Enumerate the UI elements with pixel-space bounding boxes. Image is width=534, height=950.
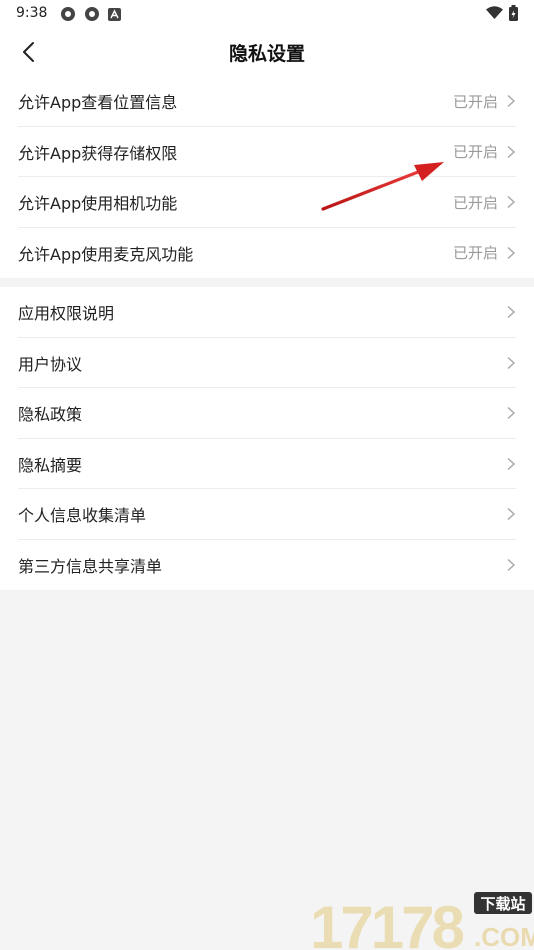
permission-label: 允许App获得存储权限 — [18, 143, 178, 163]
chevron-right-icon — [507, 558, 516, 571]
permission-label: 允许App查看位置信息 — [18, 93, 178, 113]
chevron-right-icon — [507, 407, 516, 420]
doc-label: 隐私政策 — [18, 405, 83, 425]
chevron-right-icon — [507, 306, 516, 319]
permission-row-location[interactable]: 允许App查看位置信息 已开启 — [0, 76, 534, 127]
permission-label: 允许App使用相机功能 — [18, 194, 178, 214]
doc-label: 应用权限说明 — [18, 304, 115, 324]
status-time: 9:38 — [16, 5, 48, 21]
chevron-right-icon — [507, 95, 516, 108]
doc-row-user-agreement[interactable]: 用户协议 — [0, 338, 534, 388]
svg-text:.COM: .COM — [474, 922, 534, 950]
permission-row-camera[interactable]: 允许App使用相机功能 已开启 — [0, 177, 534, 228]
doc-label: 隐私摘要 — [18, 455, 83, 475]
chevron-right-icon — [507, 356, 516, 369]
svg-text:下载站: 下载站 — [480, 895, 525, 913]
permission-row-microphone[interactable]: 允许App使用麦克风功能 已开启 — [0, 228, 534, 279]
permission-status: 已开启 — [452, 143, 498, 162]
svg-text:17178: 17178 — [310, 894, 463, 950]
doc-row-personal-info-list[interactable]: 个人信息收集清单 — [0, 489, 534, 540]
page-title: 隐私设置 — [228, 43, 305, 65]
doc-row-permission-explanation[interactable]: 应用权限说明 — [0, 287, 534, 338]
doc-label: 第三方信息共享清单 — [18, 556, 163, 576]
doc-row-privacy-policy[interactable]: 隐私政策 — [0, 388, 534, 439]
app-notification-icon — [61, 7, 75, 21]
permissions-list: 允许App查看位置信息 已开启 允许App获得存储权限 已开启 允许App使用相… — [0, 76, 534, 278]
permission-row-storage[interactable]: 允许App获得存储权限 已开启 — [0, 127, 534, 177]
documents-list: 应用权限说明 用户协议 隐私政策 隐私摘要 个人信息收集清单 第三方信息共享清单 — [0, 287, 534, 590]
site-watermark-logo: 17178 下载站 .COM — [310, 892, 534, 950]
permission-status: 已开启 — [452, 92, 498, 111]
doc-label: 个人信息收集清单 — [18, 506, 147, 526]
chevron-right-icon — [507, 196, 516, 209]
app-notification-icon-2 — [85, 7, 99, 21]
doc-row-privacy-summary[interactable]: 隐私摘要 — [0, 439, 534, 489]
chevron-right-icon — [507, 246, 516, 259]
doc-row-third-party-sharing-list[interactable]: 第三方信息共享清单 — [0, 540, 534, 591]
permission-status: 已开启 — [452, 193, 498, 212]
chevron-right-icon — [507, 508, 516, 521]
doc-label: 用户协议 — [18, 354, 83, 374]
chevron-right-icon — [507, 457, 516, 470]
wifi-icon — [486, 6, 503, 19]
top-app-bar: 隐私设置 — [0, 28, 534, 76]
status-bar: 9:38 — [0, 0, 534, 28]
battery-icon — [509, 5, 518, 21]
permission-label: 允许App使用麦克风功能 — [18, 244, 194, 264]
font-notification-icon — [108, 8, 121, 21]
chevron-right-icon — [507, 145, 516, 158]
permission-status: 已开启 — [452, 244, 498, 263]
